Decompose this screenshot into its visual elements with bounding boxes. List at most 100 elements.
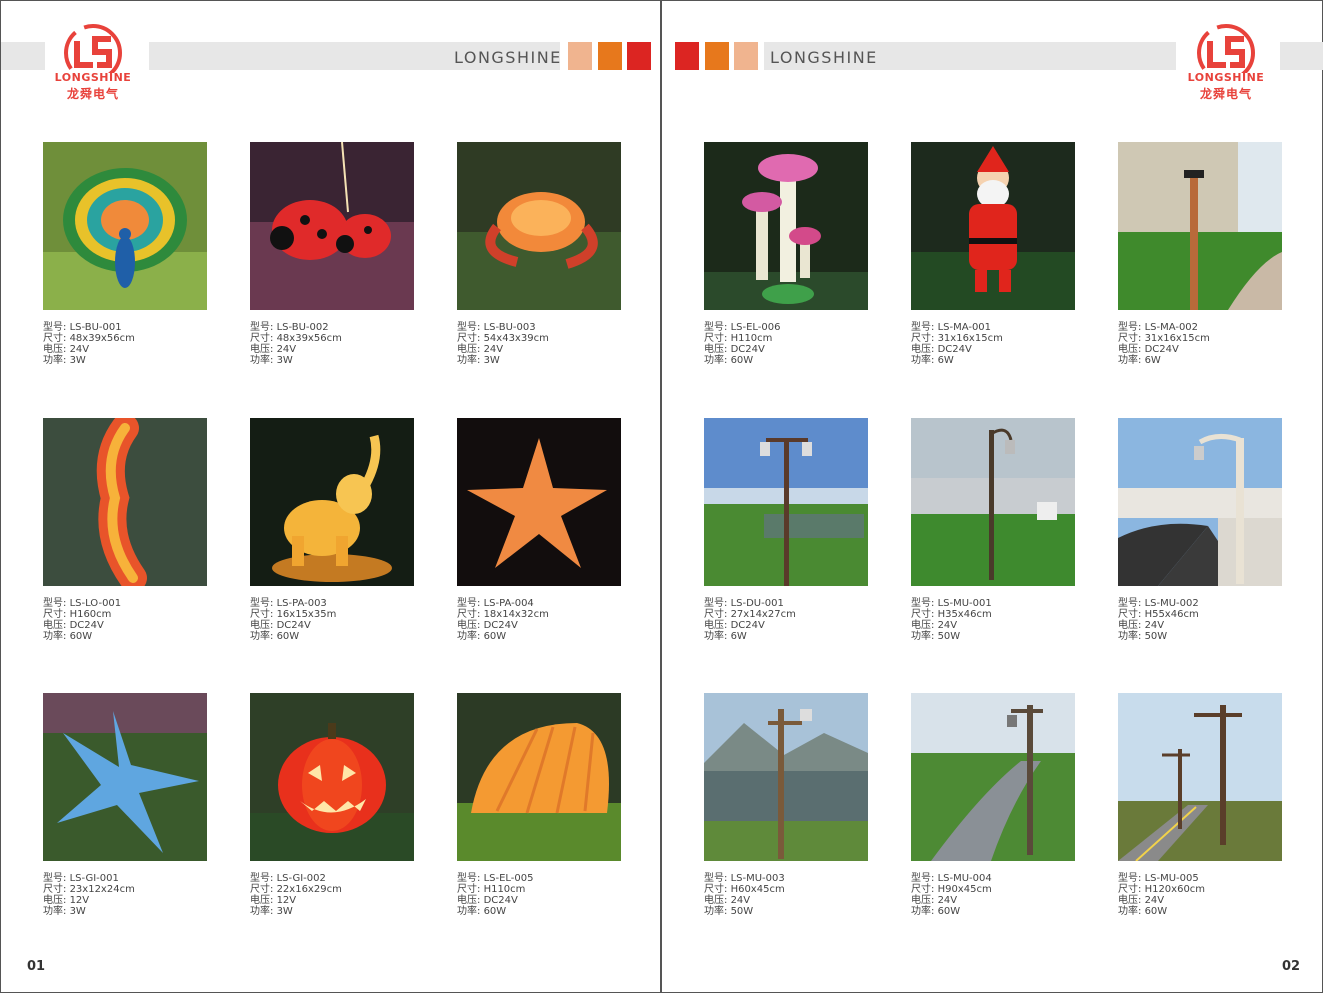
spec-voltage: 电压: 24V [457, 344, 623, 355]
spec-label: 尺寸: [250, 609, 277, 620]
spec-label: 尺寸: [1118, 884, 1145, 895]
spec-label: 尺寸: [704, 333, 731, 344]
spec-size: 尺寸: 31x16x15cm [911, 333, 1077, 344]
spec-value: DC24V [1144, 344, 1179, 355]
product-photo [1118, 418, 1282, 586]
spec-value: LS-PA-004 [483, 598, 534, 609]
spec-voltage: 电压: 24V [911, 895, 1077, 906]
spec-label: 尺寸: [911, 333, 938, 344]
product-specs: 型号: LS-MU-002 尺寸: H55x46cm 电压: 24V 功率: 50W [1118, 598, 1284, 642]
spec-voltage: 电压: 24V [1118, 620, 1284, 631]
header-bar-left-stub [1, 42, 45, 70]
spec-label: 尺寸: [43, 609, 70, 620]
spec-label: 功率: [43, 906, 70, 917]
spec-label: 电压: [250, 895, 277, 906]
catalog-page-left: LONGSHINE LONGSHINE 龙舜电气 型号: LS-BU-001 尺寸… [0, 0, 661, 993]
accent-square-orange [598, 42, 622, 70]
page-number: 01 [27, 959, 46, 974]
spec-label: 电压: [704, 620, 731, 631]
spec-value: H110cm [483, 884, 526, 895]
brand-name: LONGSHINE [454, 48, 562, 67]
logo-chinese-text: 龙舜电气 [66, 87, 119, 101]
spec-label: 尺寸: [1118, 609, 1145, 620]
spec-voltage: 电压: DC24V [704, 344, 870, 355]
spec-size: 尺寸: H120x60cm [1118, 884, 1284, 895]
spec-label: 功率: [911, 906, 938, 917]
spec-label: 型号: [43, 873, 70, 884]
spec-value: 6W [937, 355, 954, 366]
product-specs: 型号: LS-EL-006 尺寸: H110cm 电压: DC24V 功率: 60W [704, 322, 870, 366]
spec-label: 电压: [457, 895, 484, 906]
spec-label: 型号: [250, 598, 277, 609]
spec-model: 型号: LS-MA-001 [911, 322, 1077, 333]
spec-value: 27x14x27cm [730, 609, 796, 620]
spec-model: 型号: LS-MU-001 [911, 598, 1077, 609]
product-specs: 型号: LS-BU-003 尺寸: 54x43x39cm 电压: 24V 功率: 3W [457, 322, 623, 366]
product-photo [43, 693, 207, 861]
product-specs: 型号: LS-DU-001 尺寸: 27x14x27cm 电压: DC24V 功率: … [704, 598, 870, 642]
spec-label: 功率: [911, 355, 938, 366]
spec-size: 尺寸: 22x16x29cm [250, 884, 416, 895]
spec-value: 24V [937, 620, 958, 631]
spec-model: 型号: LS-LO-001 [43, 598, 209, 609]
spec-value: H60x45cm [730, 884, 785, 895]
spec-size: 尺寸: 27x14x27cm [704, 609, 870, 620]
spec-size: 尺寸: H110cm [457, 884, 623, 895]
spec-value: 3W [276, 355, 293, 366]
spec-value: LS-DU-001 [730, 598, 784, 609]
spec-model: 型号: LS-MA-002 [1118, 322, 1284, 333]
spec-value: H120x60cm [1144, 884, 1206, 895]
spec-label: 电压: [43, 620, 70, 631]
spec-label: 电压: [1118, 344, 1145, 355]
product-specs: 型号: LS-MU-005 尺寸: H120x60cm 电压: 24V 功率: 60W [1118, 873, 1284, 917]
product-card: 型号: LS-GI-002 尺寸: 22x16x29cm 电压: 12V 功率: 3W [250, 693, 416, 917]
spec-label: 功率: [1118, 906, 1145, 917]
spec-model: 型号: LS-GI-002 [250, 873, 416, 884]
spec-label: 型号: [43, 322, 70, 333]
spec-value: 24V [69, 344, 90, 355]
spec-label: 功率: [250, 906, 277, 917]
spec-power: 功率: 60W [457, 631, 623, 642]
spec-size: 尺寸: 18x14x32cm [457, 609, 623, 620]
product-specs: 型号: LS-MU-001 尺寸: H35x46cm 电压: 24V 功率: 50W [911, 598, 1077, 642]
product-specs: 型号: LS-MU-004 尺寸: H90x45cm 电压: 24V 功率: 60W [911, 873, 1077, 917]
spec-value: LS-MU-003 [730, 873, 785, 884]
spec-label: 尺寸: [457, 333, 484, 344]
product-card: 型号: LS-MU-002 尺寸: H55x46cm 电压: 24V 功率: 50W [1118, 418, 1284, 642]
spec-voltage: 电压: DC24V [250, 620, 416, 631]
spec-voltage: 电压: 24V [911, 620, 1077, 631]
spec-power: 功率: 60W [1118, 906, 1284, 917]
spec-model: 型号: LS-GI-001 [43, 873, 209, 884]
spec-value: 3W [69, 355, 86, 366]
spec-label: 尺寸: [704, 609, 731, 620]
product-specs: 型号: LS-GI-002 尺寸: 22x16x29cm 电压: 12V 功率: 3W [250, 873, 416, 917]
spec-label: 电压: [457, 344, 484, 355]
spec-value: 6W [1144, 355, 1161, 366]
spec-voltage: 电压: DC24V [43, 620, 209, 631]
spec-size: 尺寸: 48x39x56cm [250, 333, 416, 344]
spec-value: 12V [276, 895, 297, 906]
page-number: 02 [1282, 959, 1301, 974]
spec-label: 功率: [43, 355, 70, 366]
product-photo [704, 693, 868, 861]
spec-voltage: 电压: 12V [43, 895, 209, 906]
spec-value: 3W [483, 355, 500, 366]
product-specs: 型号: LS-BU-001 尺寸: 48x39x56cm 电压: 24V 功率: 3W [43, 322, 209, 366]
product-specs: 型号: LS-PA-003 尺寸: 16x15x35m 电压: DC24V 功率: 6… [250, 598, 416, 642]
spec-power: 功率: 50W [1118, 631, 1284, 642]
spec-value: LS-MU-005 [1144, 873, 1199, 884]
spec-size: 尺寸: 23x12x24cm [43, 884, 209, 895]
accent-square-orange [705, 42, 729, 70]
spec-value: 54x43x39cm [483, 333, 549, 344]
spec-label: 电压: [911, 344, 938, 355]
spec-label: 尺寸: [911, 609, 938, 620]
spec-voltage: 电压: 24V [250, 344, 416, 355]
spec-model: 型号: LS-MU-004 [911, 873, 1077, 884]
spec-label: 型号: [911, 322, 938, 333]
product-card: 型号: LS-MA-002 尺寸: 31x16x15cm 电压: DC24V 功率: … [1118, 142, 1284, 366]
product-photo [43, 418, 207, 586]
product-card: 型号: LS-MA-001 尺寸: 31x16x15cm 电压: DC24V 功率: … [911, 142, 1077, 366]
spec-label: 型号: [911, 873, 938, 884]
spec-power: 功率: 60W [250, 631, 416, 642]
spec-model: 型号: LS-EL-005 [457, 873, 623, 884]
